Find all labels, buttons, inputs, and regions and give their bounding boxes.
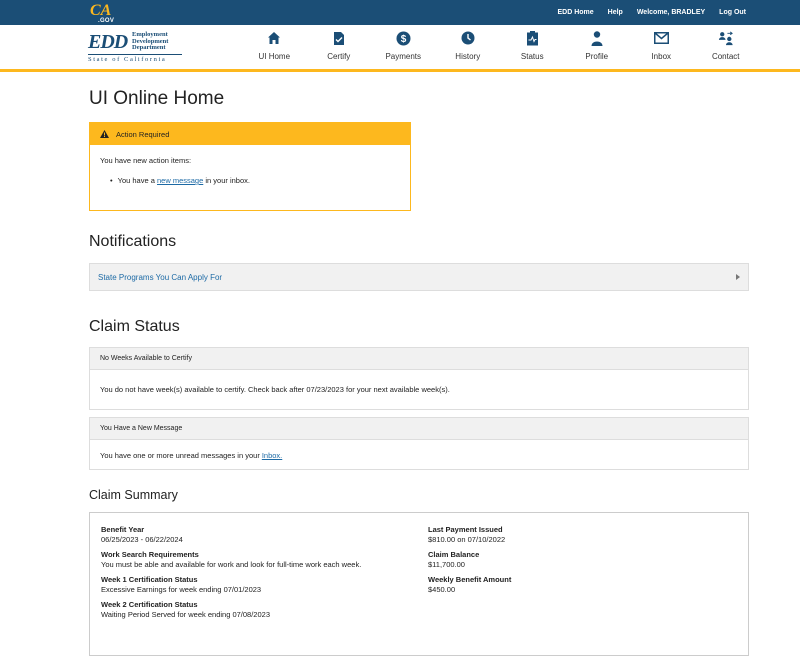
notifications-title: Notifications bbox=[89, 233, 177, 250]
work-search-label: Work Search Requirements bbox=[101, 550, 199, 559]
nav-contact[interactable]: Contact bbox=[694, 30, 759, 61]
nav-label: History bbox=[455, 52, 481, 61]
benefit-year: Benefit Year 06/25/2023 - 06/22/2024 bbox=[101, 525, 361, 545]
state-programs-accordion[interactable]: State Programs You Can Apply For bbox=[89, 263, 749, 291]
contact-icon bbox=[718, 30, 734, 46]
new-message-header: You Have a New Message bbox=[90, 418, 748, 440]
nav-label: Contact bbox=[711, 52, 740, 61]
edd-line3: Department bbox=[132, 44, 166, 51]
action-required-header: Action Required bbox=[90, 123, 410, 145]
page-title: UI Online Home bbox=[89, 88, 225, 109]
nav-history[interactable]: History bbox=[436, 30, 501, 61]
top-bar: CA .GOV EDD Home Help Welcome, BRADLEY L… bbox=[0, 0, 800, 25]
claim-balance-label: Claim Balance bbox=[428, 550, 480, 559]
inbox-link[interactable]: Inbox. bbox=[262, 451, 282, 460]
nav-label: Profile bbox=[585, 52, 609, 61]
action-list: You have a new message in your inbox. bbox=[100, 175, 400, 186]
status-icon bbox=[524, 30, 540, 46]
action-required-title: Action Required bbox=[116, 129, 170, 139]
weekly-benefit-label: Weekly Benefit Amount bbox=[428, 575, 512, 584]
action-item-prefix: You have a bbox=[117, 176, 157, 185]
nav-inbox[interactable]: Inbox bbox=[629, 30, 694, 61]
edd-logo-subtitle: Employment Development Department bbox=[132, 31, 168, 52]
claim-balance: Claim Balance $11,700.00 bbox=[428, 550, 511, 570]
user-icon bbox=[589, 30, 605, 46]
home-icon bbox=[266, 30, 282, 46]
action-item-suffix: in your inbox. bbox=[203, 176, 250, 185]
svg-text:$: $ bbox=[400, 34, 406, 45]
summary-left-column: Benefit Year 06/25/2023 - 06/22/2024 Wor… bbox=[101, 525, 361, 625]
ca-gov-logo[interactable]: CA .GOV bbox=[90, 2, 114, 24]
nav-status[interactable]: Status bbox=[500, 30, 565, 61]
nav-label: Payments bbox=[385, 52, 422, 61]
work-search-value: You must be able and available for work … bbox=[101, 560, 362, 569]
new-message-body: You have one or more unread messages in … bbox=[90, 440, 748, 470]
no-weeks-card: No Weeks Available to Certify You do not… bbox=[89, 347, 749, 410]
welcome-link[interactable]: Welcome, BRADLEY bbox=[637, 9, 705, 16]
certify-icon bbox=[331, 30, 347, 46]
top-links: EDD Home Help Welcome, BRADLEY Log Out bbox=[557, 0, 746, 25]
work-search: Work Search Requirements You must be abl… bbox=[101, 550, 361, 570]
no-weeks-header: No Weeks Available to Certify bbox=[90, 348, 748, 370]
week2-status: Week 2 Certification Status Waiting Peri… bbox=[101, 600, 361, 620]
last-payment-value: $810.00 on 07/10/2022 bbox=[428, 535, 506, 544]
logout-link[interactable]: Log Out bbox=[719, 9, 746, 16]
claim-status-title: Claim Status bbox=[89, 318, 180, 335]
claim-summary-card: Benefit Year 06/25/2023 - 06/22/2024 Wor… bbox=[89, 512, 749, 656]
weekly-benefit-value: $450.00 bbox=[428, 585, 456, 594]
weekly-benefit: Weekly Benefit Amount $450.00 bbox=[428, 575, 511, 595]
nav-label: Inbox bbox=[651, 52, 672, 61]
benefit-year-label: Benefit Year bbox=[101, 525, 145, 534]
dollar-icon: $ bbox=[395, 30, 411, 46]
nav-certify[interactable]: Certify bbox=[307, 30, 372, 61]
warning-icon bbox=[100, 130, 109, 138]
claim-summary-title: Claim Summary bbox=[89, 488, 178, 502]
week2-status-value: Waiting Period Served for week ending 07… bbox=[101, 610, 270, 619]
new-message-link[interactable]: new message bbox=[157, 176, 203, 185]
nav-payments[interactable]: $ Payments bbox=[371, 30, 436, 61]
edd-home-link[interactable]: EDD Home bbox=[557, 9, 593, 16]
action-intro: You have new action items: bbox=[100, 156, 192, 165]
nav-ui-home[interactable]: UI Home bbox=[242, 30, 307, 61]
last-payment-label: Last Payment Issued bbox=[428, 525, 503, 534]
edd-logo[interactable]: EDD Employment Development Department St… bbox=[88, 31, 188, 67]
help-link[interactable]: Help bbox=[608, 9, 623, 16]
benefit-year-value: 06/25/2023 - 06/22/2024 bbox=[101, 535, 183, 544]
week2-status-label: Week 2 Certification Status bbox=[101, 600, 198, 609]
state-programs-label: State Programs You Can Apply For bbox=[98, 272, 223, 282]
claim-balance-value: $11,700.00 bbox=[428, 560, 465, 569]
new-message-text: You have one or more unread messages in … bbox=[100, 450, 260, 460]
week1-status-label: Week 1 Certification Status bbox=[101, 575, 198, 584]
summary-right-column: Last Payment Issued $810.00 on 07/10/202… bbox=[428, 525, 511, 600]
edd-state-text: State of California bbox=[88, 54, 182, 63]
nav-label: UI Home bbox=[258, 52, 291, 61]
action-required-body: You have new action items: You have a ne… bbox=[90, 145, 410, 196]
nav-label: Status bbox=[520, 52, 544, 61]
week1-status-value: Excessive Earnings for week ending 07/01… bbox=[101, 585, 262, 594]
chevron-right-icon bbox=[736, 274, 740, 280]
clock-icon bbox=[460, 30, 476, 46]
main-nav: UI Home Certify $ Payments History Statu… bbox=[242, 30, 758, 61]
week1-status: Week 1 Certification Status Excessive Ea… bbox=[101, 575, 361, 595]
no-weeks-text: You do not have week(s) available to cer… bbox=[100, 385, 450, 394]
nav-profile[interactable]: Profile bbox=[565, 30, 630, 61]
nav-label: Certify bbox=[327, 52, 351, 61]
action-item: You have a new message in your inbox. bbox=[110, 175, 400, 186]
last-payment: Last Payment Issued $810.00 on 07/10/202… bbox=[428, 525, 511, 545]
site-header: EDD Employment Development Department St… bbox=[0, 25, 800, 72]
action-required-box: Action Required You have new action item… bbox=[89, 122, 411, 211]
no-weeks-body: You do not have week(s) available to cer… bbox=[90, 370, 748, 409]
new-message-card: You Have a New Message You have one or m… bbox=[89, 417, 749, 470]
envelope-icon bbox=[653, 30, 669, 46]
edd-logo-text: EDD bbox=[88, 31, 128, 53]
